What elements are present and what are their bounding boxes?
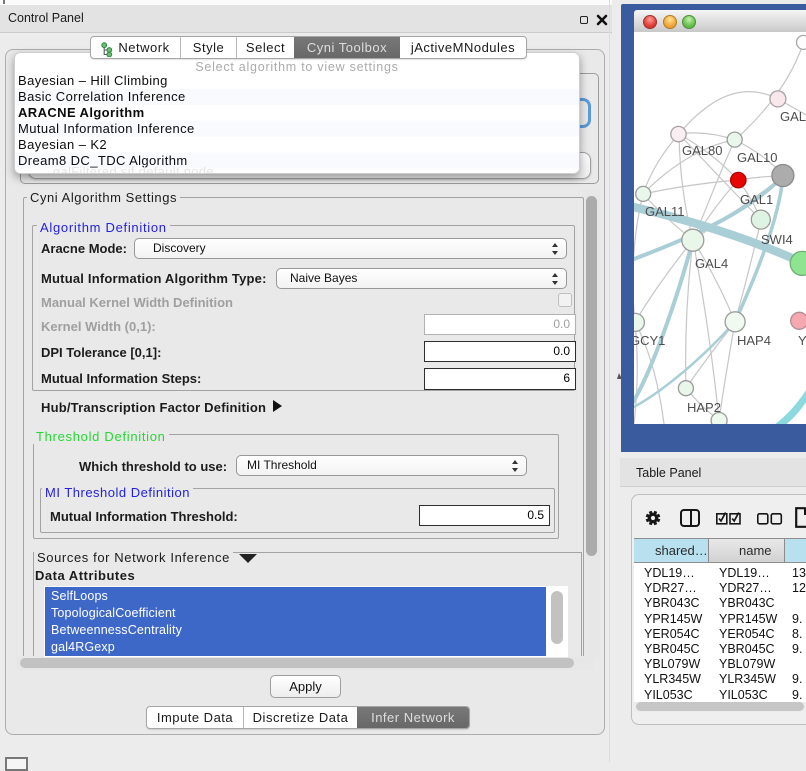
svg-text:HAP4: HAP4: [737, 333, 771, 348]
svg-text:SWI4: SWI4: [761, 232, 793, 247]
svg-text:YB: YB: [798, 333, 806, 348]
svg-text:GCY1: GCY1: [634, 333, 665, 348]
svg-text:GAL10: GAL10: [737, 150, 777, 165]
svg-text:GAL11: GAL11: [645, 204, 685, 219]
svg-text:GAL80: GAL80: [682, 143, 722, 158]
svg-text:GAL1: GAL1: [740, 192, 773, 207]
svg-text:GAL4: GAL4: [695, 256, 728, 271]
svg-text:HAP2: HAP2: [687, 400, 721, 415]
svg-text:GAL2: GAL2: [780, 109, 806, 124]
